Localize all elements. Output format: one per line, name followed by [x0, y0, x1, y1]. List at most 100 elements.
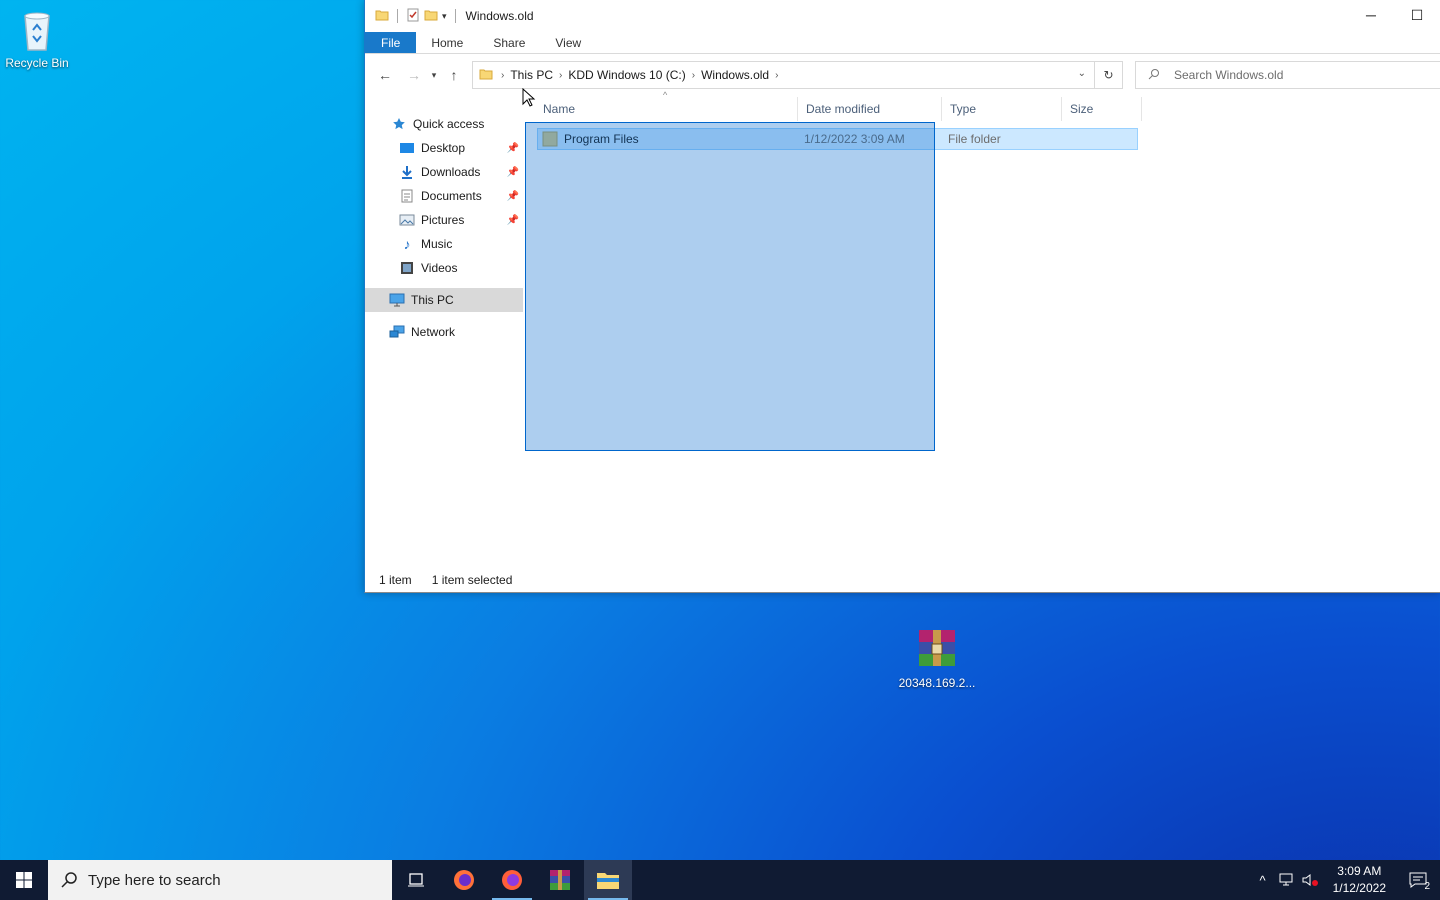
column-date-modified[interactable]: Date modified: [798, 97, 942, 121]
network-icon: [389, 324, 405, 340]
navigation-bar: ← → ▾ ↑ › This PC › KDD Windows 10 (C:) …: [365, 60, 1440, 90]
clock-time: 3:09 AM: [1337, 864, 1382, 878]
tab-view[interactable]: View: [540, 32, 596, 53]
maximize-icon: ☐: [1410, 6, 1424, 23]
ribbon-tabs: File Home Share View: [365, 32, 1440, 54]
chevron-right-icon[interactable]: ›: [559, 70, 562, 81]
breadcrumb-drive-c[interactable]: KDD Windows 10 (C:): [568, 68, 685, 82]
title-bar[interactable]: ▾ Windows.old ─ ☐: [365, 0, 1440, 32]
properties-icon[interactable]: [406, 8, 420, 25]
nav-label: Pictures: [421, 213, 465, 227]
action-center-button[interactable]: 2: [1396, 860, 1440, 900]
pin-icon[interactable]: 📌: [507, 191, 519, 202]
recycle-bin-label: Recycle Bin: [5, 56, 69, 70]
taskbar-search-input[interactable]: [88, 871, 378, 889]
network-status-icon[interactable]: [1275, 860, 1299, 900]
show-hidden-icons-chevron-icon[interactable]: ^: [1251, 860, 1275, 900]
nav-pictures[interactable]: Pictures 📌: [365, 208, 523, 232]
taskbar-file-explorer-button[interactable]: [584, 860, 632, 900]
tab-file[interactable]: File: [365, 32, 417, 53]
star-icon: [391, 116, 407, 132]
nav-network[interactable]: Network: [365, 320, 523, 344]
file-type: File folder: [948, 132, 1001, 146]
column-type[interactable]: Type: [942, 97, 1062, 121]
nav-quick-access[interactable]: Quick access: [365, 112, 523, 136]
winrar-icon: [550, 870, 570, 890]
nav-label: This PC: [411, 293, 454, 307]
search-box[interactable]: [1135, 61, 1440, 89]
customize-toolbar-chevron-icon[interactable]: ▾: [442, 11, 447, 22]
rar-file-label: 20348.169.2...: [898, 676, 976, 690]
recycle-bin-icon: [13, 6, 61, 54]
nav-downloads[interactable]: Downloads 📌: [365, 160, 523, 184]
pin-icon[interactable]: 📌: [507, 143, 519, 154]
maximize-button[interactable]: ☐: [1394, 0, 1440, 30]
documents-icon: [399, 188, 415, 204]
chevron-right-icon[interactable]: ›: [692, 70, 695, 81]
forward-button[interactable]: →: [402, 63, 426, 87]
nav-documents[interactable]: Documents 📌: [365, 184, 523, 208]
nav-label: Documents: [421, 189, 482, 203]
downloads-icon: [399, 164, 415, 180]
clock-date: 1/12/2022: [1332, 881, 1386, 895]
mouse-cursor-icon: [522, 87, 536, 111]
rar-archive-desktop-icon[interactable]: 20348.169.2...: [897, 626, 977, 690]
window-title: Windows.old: [465, 9, 534, 23]
column-size[interactable]: Size: [1062, 97, 1142, 121]
search-icon: [1148, 68, 1160, 83]
taskbar-winrar-button[interactable]: [536, 860, 584, 900]
firefox-icon: [502, 870, 522, 890]
refresh-button[interactable]: ↻: [1094, 61, 1122, 89]
tab-home[interactable]: Home: [416, 32, 478, 53]
search-input[interactable]: [1174, 68, 1434, 82]
back-button[interactable]: ←: [373, 63, 397, 87]
tab-share[interactable]: Share: [478, 32, 540, 53]
chevron-right-icon[interactable]: ›: [501, 70, 504, 81]
nav-label: Videos: [421, 261, 458, 275]
nav-videos[interactable]: Videos: [365, 256, 523, 280]
windows-logo-icon: [16, 872, 32, 888]
nav-label: Network: [411, 325, 456, 339]
pin-icon[interactable]: 📌: [507, 167, 519, 178]
breadcrumb-windows-old[interactable]: Windows.old: [701, 68, 769, 82]
recent-locations-button[interactable]: ▾: [426, 63, 442, 87]
chevron-right-icon[interactable]: ›: [775, 70, 778, 81]
notification-count-badge: 2: [1424, 881, 1430, 892]
recycle-bin-desktop-icon[interactable]: Recycle Bin: [0, 6, 77, 70]
task-view-icon: [408, 873, 424, 887]
nav-this-pc[interactable]: This PC: [365, 288, 523, 312]
address-dropdown-icon[interactable]: ⌄: [1078, 68, 1086, 79]
taskbar-firefox-button[interactable]: [440, 860, 488, 900]
folder-icon: [479, 67, 493, 84]
address-bar[interactable]: › This PC › KDD Windows 10 (C:) › Window…: [472, 61, 1123, 89]
nav-label: Downloads: [421, 165, 481, 179]
navigation-pane: Quick access Desktop 📌 Downloads 📌 Docum…: [365, 112, 523, 344]
back-arrow-icon: ←: [378, 67, 392, 83]
file-explorer-window: ▾ Windows.old ─ ☐ File Home Share View ←…: [364, 0, 1440, 593]
status-bar: 1 item 1 item selected: [379, 573, 512, 587]
clock[interactable]: 3:09 AM 1/12/2022: [1323, 863, 1396, 897]
nav-desktop[interactable]: Desktop 📌: [365, 136, 523, 160]
refresh-icon: ↻: [1103, 68, 1114, 82]
taskbar-search-box[interactable]: [48, 860, 392, 900]
nav-label: Quick access: [413, 117, 485, 131]
minimize-button[interactable]: ─: [1348, 0, 1394, 30]
nav-music[interactable]: ♪ Music: [365, 232, 523, 256]
chevron-down-icon: ▾: [431, 69, 437, 80]
taskbar: ^ 3:09 AM 1/12/2022 2: [0, 860, 1440, 900]
search-icon: [61, 872, 77, 888]
up-arrow-icon: ↑: [450, 67, 458, 83]
volume-muted-icon[interactable]: [1299, 860, 1323, 900]
column-header-row: Name Date modified Type Size: [535, 97, 1142, 121]
marquee-selection-rectangle: [525, 122, 935, 451]
start-button[interactable]: [0, 860, 48, 900]
breadcrumb-this-pc[interactable]: This PC: [510, 68, 553, 82]
music-icon: ♪: [403, 236, 411, 252]
minimize-icon: ─: [1366, 7, 1376, 23]
new-folder-icon[interactable]: [424, 8, 438, 25]
task-view-button[interactable]: [392, 860, 440, 900]
up-button[interactable]: ↑: [442, 63, 466, 87]
taskbar-firefox-nightly-button[interactable]: [488, 860, 536, 900]
pin-icon[interactable]: 📌: [507, 215, 519, 226]
column-name[interactable]: Name: [535, 97, 798, 121]
